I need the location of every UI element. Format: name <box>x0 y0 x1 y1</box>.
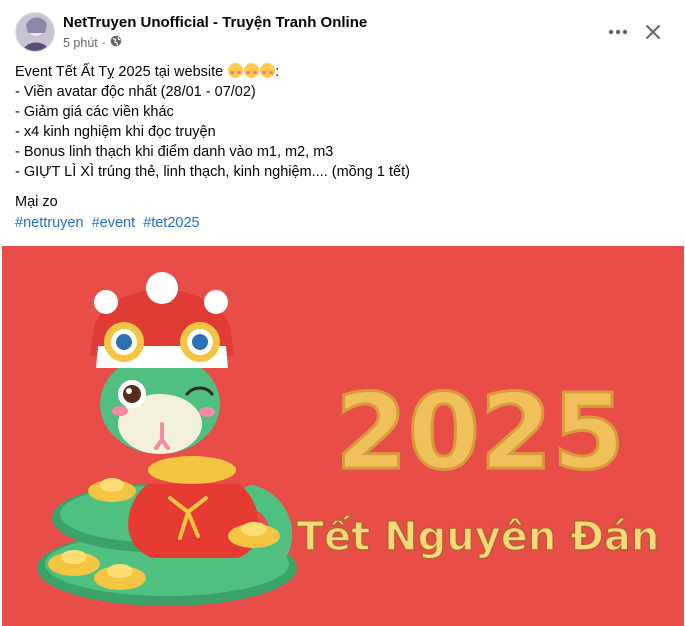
post-intro: Event Tết Ất Tỵ 2025 tại website <box>15 64 224 80</box>
post-bullet: - x4 kinh nghiệm khi đọc truyện <box>15 124 216 140</box>
post-bullet: - Viền avatar độc nhất (28/01 - 07/02) <box>15 84 256 100</box>
author-name[interactable]: NetTruyen Unofficial - Truyện Tranh Onli… <box>63 14 367 31</box>
more-horizontal-icon[interactable] <box>604 18 632 46</box>
hashtag-link[interactable]: #event <box>92 215 136 231</box>
post-bullet: - GIỰT LÌ XÌ trúng thẻ, linh thạch, kinh… <box>15 164 410 180</box>
hashtag-link[interactable]: #nettruyen <box>15 215 84 231</box>
close-icon[interactable] <box>639 18 667 46</box>
post-image[interactable]: 2025 Tết Nguyên Đán <box>2 246 684 626</box>
smiling-face-with-hearts-emoji: : <box>227 63 279 80</box>
author-avatar[interactable] <box>15 12 55 52</box>
banner-year: 2025 <box>335 371 624 493</box>
post-meta: 5 phút · <box>63 35 122 50</box>
post-bullet: - Giảm giá các viền khác <box>15 104 174 120</box>
tet-banner-illustration: 2025 Tết Nguyên Đán <box>2 246 684 626</box>
facebook-post: NetTruyen Unofficial - Truyện Tranh Onli… <box>0 0 685 626</box>
post-time[interactable]: 5 phút <box>63 36 98 50</box>
post-intro-line: Event Tết Ất Tỵ 2025 tại website : <box>15 62 670 82</box>
post-text: Event Tết Ất Tỵ 2025 tại website : - Viề… <box>15 62 670 212</box>
post-closing: Mại zo <box>15 194 58 210</box>
post-header: NetTruyen Unofficial - Truyện Tranh Onli… <box>0 0 685 60</box>
hashtag-link[interactable]: #tet2025 <box>143 215 199 231</box>
globe-icon <box>110 35 122 50</box>
post-bullet: - Bonus linh thạch khi điểm danh vào m1,… <box>15 144 334 160</box>
post-hashtags: #nettruyen #event #tet2025 <box>15 215 204 231</box>
banner-subtitle: Tết Nguyên Đán <box>297 514 660 560</box>
